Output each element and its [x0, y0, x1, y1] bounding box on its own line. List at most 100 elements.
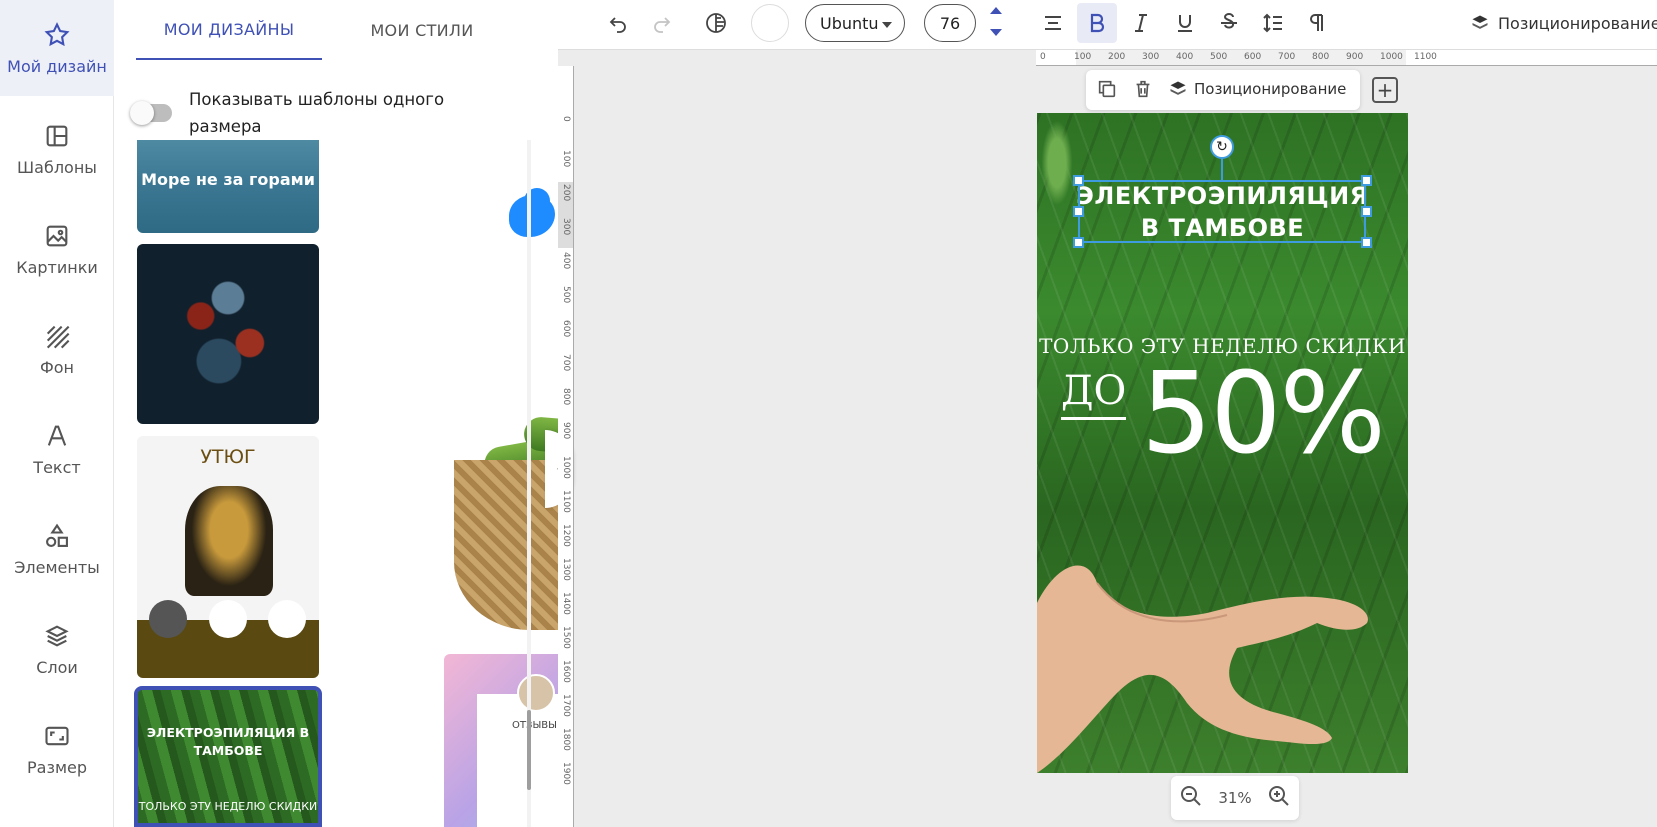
- ruler-tick: 1000: [561, 456, 571, 479]
- coal-icon: [149, 600, 187, 638]
- trash-icon: [1136, 80, 1150, 98]
- bold-icon: [1090, 13, 1105, 33]
- rail-item-background[interactable]: Фон: [0, 301, 114, 397]
- rail-item-size[interactable]: Размер: [0, 701, 114, 797]
- element-toolbar: Позиционирование: [1086, 70, 1360, 110]
- add-page-button[interactable]: +: [1372, 77, 1398, 103]
- selection-box[interactable]: [1078, 180, 1366, 243]
- review-card: ОТЗЫВЫ: [477, 674, 558, 827]
- underline-button[interactable]: [1165, 0, 1205, 46]
- opacity-icon: [706, 13, 726, 33]
- vertical-ruler: 0 100 200 300 400 500 600 700 800 900 10…: [558, 66, 574, 827]
- plus-icon: +: [1376, 78, 1394, 102]
- ruler-tick: 1800: [561, 728, 571, 751]
- ruler-tick: 0: [561, 116, 571, 122]
- italic-button[interactable]: [1121, 0, 1161, 46]
- ruler-tick: 1300: [561, 558, 571, 581]
- ruler-tick: 800: [561, 388, 571, 406]
- design-thumb-cucumbers[interactable]: [444, 330, 558, 645]
- thumb-text: ЭЛЕКТРОЭПИЛЯЦИЯ В ТАМБОВЕ: [146, 725, 310, 758]
- design-thumb-reviews[interactable]: ОТЗЫВЫ: [444, 654, 558, 827]
- ruler-tick: 0: [1040, 52, 1046, 62]
- rail-item-my-design[interactable]: Мой дизайн: [0, 0, 114, 96]
- italic-icon: [1135, 14, 1147, 32]
- resize-handle-top-right[interactable]: [1361, 175, 1372, 186]
- paragraph-button[interactable]: [1297, 0, 1337, 46]
- left-nav-rail: Мой дизайн Шаблоны Картинки Фон Текст Эл…: [0, 0, 114, 827]
- element-positioning-button[interactable]: Позиционирование: [1168, 79, 1346, 99]
- paragraph-icon: [1310, 14, 1323, 31]
- ruler-tick: 1600: [561, 660, 571, 683]
- same-size-toggle[interactable]: [130, 101, 172, 125]
- undo-button[interactable]: [598, 0, 638, 46]
- design-thumb-flowers[interactable]: [137, 244, 319, 424]
- strikethrough-icon: [1221, 13, 1237, 29]
- thumb-text: ОТЗЫВЫ: [512, 720, 557, 731]
- rail-item-layers[interactable]: Слои: [0, 601, 114, 697]
- resize-handle-left[interactable]: [1073, 206, 1084, 217]
- legs-image[interactable]: [1037, 553, 1408, 773]
- font-size-decrease[interactable]: [990, 29, 1002, 36]
- thumb-text: Море не за горами: [141, 170, 315, 189]
- resize-handle-bottom-left[interactable]: [1073, 237, 1084, 248]
- rail-label: Картинки: [16, 257, 98, 277]
- ruler-tick: 1900: [561, 762, 571, 785]
- bold-button[interactable]: [1077, 3, 1117, 43]
- resize-handle-top-left[interactable]: [1073, 175, 1084, 186]
- rail-label: Элементы: [14, 557, 100, 577]
- zoom-level: 31%: [1218, 789, 1252, 807]
- ruler-tick: 700: [561, 354, 571, 372]
- delete-button[interactable]: [1132, 78, 1154, 104]
- ruler-tick: 500: [561, 286, 571, 304]
- resize-icon: [45, 726, 69, 745]
- strikethrough-button[interactable]: [1209, 0, 1249, 46]
- text-color-picker[interactable]: [751, 4, 789, 42]
- shapes-icon: [46, 523, 68, 547]
- ruler-tick: 200: [1108, 52, 1126, 62]
- image-icon: [46, 225, 68, 246]
- resize-handle-right[interactable]: [1361, 206, 1372, 217]
- font-size-increase[interactable]: [990, 7, 1002, 14]
- layers-icon: [1170, 81, 1186, 95]
- canvas-do-text[interactable]: ДО: [1061, 369, 1127, 420]
- caret-down-icon: [882, 22, 892, 28]
- rail-label: Шаблоны: [17, 157, 97, 177]
- line-spacing-button[interactable]: [1253, 0, 1293, 46]
- rotate-handle[interactable]: ↻: [1210, 135, 1234, 159]
- rail-item-elements[interactable]: Элементы: [0, 501, 114, 597]
- undo-icon: [609, 17, 626, 33]
- opacity-button[interactable]: [696, 0, 736, 46]
- rail-label: Размер: [26, 757, 88, 777]
- design-thumb-iron[interactable]: УТЮГ: [137, 436, 319, 678]
- background-pattern-icon: [46, 325, 70, 348]
- tab-my-styles[interactable]: МОИ СТИЛИ: [329, 0, 515, 60]
- font-family-value: Ubuntu: [820, 13, 879, 33]
- duplicate-button[interactable]: [1096, 78, 1118, 104]
- align-center-button[interactable]: [1033, 0, 1073, 46]
- ruler-tick: 1100: [561, 490, 571, 513]
- font-family-select[interactable]: Ubuntu: [805, 4, 905, 42]
- zoom-in-button[interactable]: [1267, 784, 1291, 812]
- rail-item-text[interactable]: Текст: [0, 401, 114, 497]
- duplicate-icon: [1098, 80, 1116, 98]
- design-thumb-sea[interactable]: Море не за горами: [137, 140, 319, 233]
- zoom-in-icon: [1269, 786, 1289, 806]
- resize-handle-bottom-right[interactable]: [1361, 237, 1372, 248]
- font-size-input[interactable]: 76: [924, 4, 976, 42]
- rail-label: Текст: [33, 457, 81, 477]
- design-thumb-selected[interactable]: ЭЛЕКТРОЭПИЛЯЦИЯ В ТАМБОВЕ ТОЛЬКО ЭТУ НЕД…: [134, 686, 322, 827]
- thumb-text: ТОЛЬКО ЭТУ НЕДЕЛЮ СКИДКИ: [138, 800, 318, 813]
- same-size-toggle-label: Показывать шаблоны одного размера: [189, 90, 445, 136]
- canvas-percent-text[interactable]: 50%: [1141, 349, 1386, 479]
- line-spacing-icon: [1263, 13, 1282, 33]
- horizontal-ruler: 0 100 200 300 400 500 600 700 800 900 10…: [1036, 50, 1657, 66]
- redo-button[interactable]: [642, 0, 682, 46]
- panel-scrollbar-thumb[interactable]: [527, 710, 531, 790]
- rail-item-images[interactable]: Картинки: [0, 201, 114, 297]
- tab-my-designs[interactable]: МОИ ДИЗАЙНЫ: [136, 0, 322, 60]
- zoom-out-button[interactable]: [1179, 784, 1203, 812]
- positioning-label: Позиционирование: [1498, 13, 1657, 33]
- rail-item-templates[interactable]: Шаблоны: [0, 101, 114, 197]
- ruler-tick: 900: [1346, 52, 1364, 62]
- positioning-button[interactable]: Позиционирование: [1470, 0, 1657, 46]
